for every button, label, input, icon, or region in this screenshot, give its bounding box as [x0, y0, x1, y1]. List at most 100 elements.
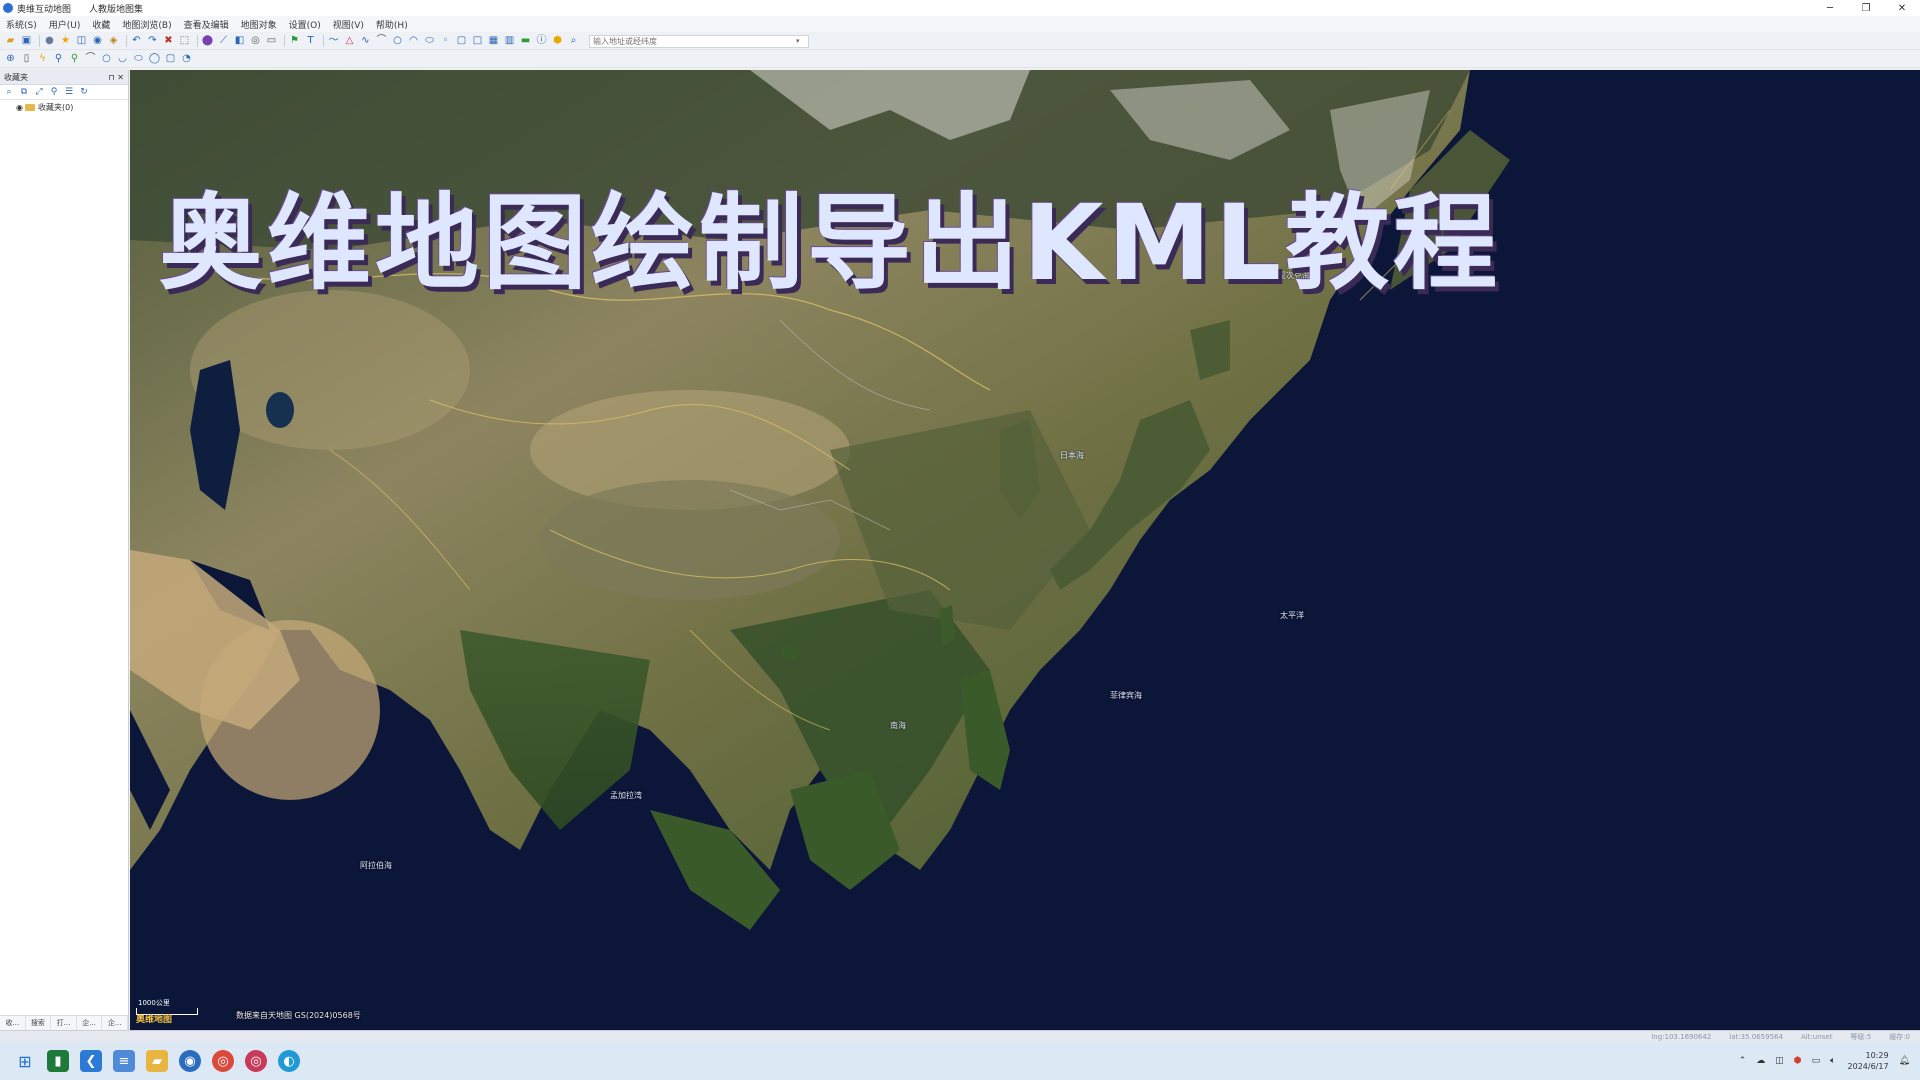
tab-enterprise-2[interactable]: 企... — [102, 1016, 128, 1030]
measure-icon[interactable]: ⟋ — [217, 35, 230, 48]
map-label-south-china-sea: 南海 — [890, 721, 906, 730]
tab-search[interactable]: 搜索 — [26, 1016, 52, 1030]
panel-pin-close-icon[interactable]: ⊓ ✕ — [109, 73, 125, 82]
ellipse-icon[interactable]: ⬭ — [423, 35, 436, 48]
favorites-panel-header: 收藏夹 ⊓ ✕ — [0, 70, 128, 85]
app-logo-icon — [3, 3, 13, 13]
vscode-icon[interactable]: ❮ — [80, 1050, 102, 1072]
display-icon[interactable]: ▭ — [1812, 1056, 1821, 1066]
search-box[interactable]: ▾ — [589, 34, 809, 48]
menu-user[interactable]: 用户(U) — [49, 18, 81, 31]
arc-tool-icon[interactable]: ◡ — [116, 53, 129, 66]
windows-start-icon[interactable]: ⊞ — [14, 1050, 36, 1072]
notification-bell-icon[interactable]: 🔔︎ — [1899, 1056, 1910, 1066]
columns-icon[interactable]: ▥ — [503, 35, 516, 48]
polygon-icon[interactable]: △ — [343, 35, 356, 48]
clock-date: 2024/6/17 — [1847, 1062, 1889, 1071]
minimize-button[interactable]: ─ — [1812, 0, 1848, 16]
tree-item-favorites-root[interactable]: ◉ 收藏夹(0) — [0, 100, 128, 114]
security-icon[interactable]: ⬢ — [1794, 1056, 1802, 1066]
search-icon[interactable]: ⌕ — [3, 86, 15, 98]
menu-map-objects[interactable]: 地图对象 — [241, 18, 277, 31]
grid-icon[interactable]: ▦ — [487, 35, 500, 48]
camera-icon[interactable]: ▭ — [265, 35, 278, 48]
globe-icon[interactable]: ◉ — [91, 35, 104, 48]
tab-enterprise-1[interactable]: 企... — [77, 1016, 103, 1030]
location-icon[interactable]: ⚲ — [48, 86, 60, 98]
circle-tool-icon[interactable]: ○ — [100, 53, 113, 66]
search-icon[interactable]: ⌕ — [567, 35, 580, 48]
pin-icon[interactable]: ⚑ — [288, 35, 301, 48]
rect-tool-icon[interactable]: ▢ — [164, 53, 177, 66]
tab-favorites[interactable]: 收... — [0, 1016, 26, 1030]
marker-icon[interactable]: ⬤ — [201, 35, 214, 48]
expand-icon[interactable]: ⤢ — [33, 86, 45, 98]
delete-icon[interactable]: ✖ — [162, 35, 175, 48]
badge-icon[interactable]: ⬢ — [551, 35, 564, 48]
star-icon[interactable]: ★ — [59, 35, 72, 48]
chevron-down-icon[interactable]: ▾ — [796, 37, 800, 45]
menu-system[interactable]: 系统(S) — [6, 18, 37, 31]
page-icon[interactable]: ▯ — [20, 53, 33, 66]
menu-favorites[interactable]: 收藏 — [92, 18, 110, 31]
search-input[interactable] — [590, 35, 796, 47]
app-tray-icon[interactable]: ◫ — [1775, 1056, 1784, 1066]
main-toolbar: ▰ ▣ ● ★ ◫ ◉ ◈ ↶ ↷ ✖ ⬚ ⬤ ⟋ ◧ ◎ ▭ ⚑ T 〜 △ … — [0, 33, 1920, 50]
chat-icon[interactable]: ▬ — [519, 35, 532, 48]
path-icon[interactable]: ⌒ — [84, 53, 97, 66]
menu-help[interactable]: 帮助(H) — [376, 18, 408, 31]
pin-blue-icon[interactable]: ⚲ — [52, 53, 65, 66]
volume-icon[interactable]: 🔈︎ — [1830, 1056, 1835, 1066]
chrome-profile-icon[interactable]: ◎ — [245, 1050, 267, 1072]
undo-icon[interactable]: ↶ — [130, 35, 143, 48]
network-icon[interactable]: ☁ — [1756, 1056, 1765, 1066]
close-button[interactable]: ✕ — [1884, 0, 1920, 16]
road-icon[interactable]: ⌒ — [375, 35, 388, 48]
map-label-sea-of-japan: 日本海 — [1060, 451, 1084, 460]
windows-taskbar: ⊞ ▮ ❮ ≡ ▰ ◉ ◎ ◎ ◐ ⌃ ☁ ◫ ⬢ ▭ 🔈︎ 10:29 202… — [0, 1042, 1920, 1080]
save-icon[interactable]: ▣ — [20, 35, 33, 48]
target-icon[interactable]: ◎ — [249, 35, 262, 48]
book-icon[interactable]: ◫ — [75, 35, 88, 48]
text-label-icon[interactable]: T — [304, 35, 317, 48]
ovital-map-icon[interactable]: ◉ — [179, 1050, 201, 1072]
tab-print[interactable]: 打... — [51, 1016, 77, 1030]
menu-browse[interactable]: 地图浏览(B) — [122, 18, 171, 31]
arc-icon[interactable]: ◠ — [407, 35, 420, 48]
copy-icon[interactable]: ⧉ — [18, 86, 30, 98]
locate-icon[interactable]: ⊕ — [4, 53, 17, 66]
user-icon[interactable]: ● — [43, 35, 56, 48]
chevron-up-icon[interactable]: ⌃ — [1739, 1056, 1747, 1066]
curve-icon[interactable]: ∿ — [359, 35, 372, 48]
car-icon[interactable]: ◧ — [233, 35, 246, 48]
map-credit: 数据来自天地图 GS(2024)0568号 — [236, 1011, 361, 1020]
edge-icon[interactable]: ◐ — [278, 1050, 300, 1072]
ellipse-tool-icon[interactable]: ⬭ — [132, 53, 145, 66]
sector-icon[interactable]: ◔ — [180, 53, 193, 66]
layers-icon[interactable]: ◈ — [107, 35, 120, 48]
menu-view[interactable]: 视图(V) — [333, 18, 364, 31]
lightning-icon[interactable]: ϟ — [36, 53, 49, 66]
pin-green-icon[interactable]: ⚲ — [68, 53, 81, 66]
open-folder-icon[interactable]: ▰ — [4, 35, 17, 48]
refresh-icon[interactable]: ↻ — [78, 86, 90, 98]
restore-button[interactable]: ❐ — [1848, 0, 1884, 16]
rectangle-icon[interactable]: ▢ — [455, 35, 468, 48]
eye-icon[interactable]: ◉ — [16, 103, 23, 112]
info-icon[interactable]: ⓘ — [535, 35, 548, 48]
list-icon[interactable]: ☰ — [63, 86, 75, 98]
square-icon[interactable]: □ — [471, 35, 484, 48]
polyline-icon[interactable]: 〜 — [327, 35, 340, 48]
point-icon[interactable]: ◦ — [439, 35, 452, 48]
clock[interactable]: 10:29 2024/6/17 — [1848, 1050, 1889, 1072]
select-icon[interactable]: ⬚ — [178, 35, 191, 48]
file-explorer-icon[interactable]: ▰ — [146, 1050, 168, 1072]
circle-outline-icon[interactable]: ◯ — [148, 53, 161, 66]
menu-settings[interactable]: 设置(O) — [289, 18, 321, 31]
menu-view-edit[interactable]: 查看及编辑 — [184, 18, 229, 31]
redo-icon[interactable]: ↷ — [146, 35, 159, 48]
notepad-icon[interactable]: ≡ — [113, 1050, 135, 1072]
terminal-icon[interactable]: ▮ — [47, 1050, 69, 1072]
circle-icon[interactable]: ○ — [391, 35, 404, 48]
chrome-icon[interactable]: ◎ — [212, 1050, 234, 1072]
